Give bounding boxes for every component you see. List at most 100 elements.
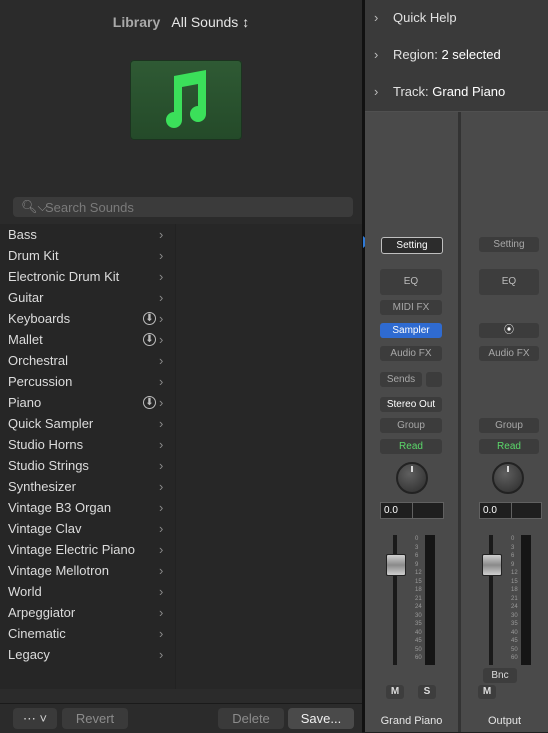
- channel-strip-grand-piano: Setting EQ MIDI FX Sampler Audio FX Send…: [365, 112, 458, 732]
- category-item[interactable]: Electronic Drum Kit ›: [0, 266, 175, 287]
- automation-mode[interactable]: Read: [479, 439, 539, 454]
- instrument-slot[interactable]: Sampler: [380, 323, 442, 338]
- midi-fx-slot[interactable]: MIDI FX: [380, 300, 442, 315]
- chevron-right-icon: ›: [159, 269, 164, 284]
- meter-scale-label: 12: [415, 570, 422, 576]
- chevron-right-icon: ›: [159, 584, 164, 599]
- category-item[interactable]: World ›: [0, 581, 175, 602]
- category-item[interactable]: Studio Strings ›: [0, 455, 175, 476]
- meter-scale-label: 50: [511, 646, 518, 653]
- peak-readout[interactable]: [511, 502, 542, 519]
- track-disclosure[interactable]: › Track: Grand Piano: [365, 74, 548, 111]
- chevron-right-icon: ›: [159, 227, 164, 242]
- category-label: Piano: [8, 395, 42, 410]
- category-item[interactable]: Arpeggiator ›: [0, 602, 175, 623]
- library-sound-selector[interactable]: All Sounds ↕: [171, 14, 249, 30]
- audio-fx-slot[interactable]: Audio FX: [479, 346, 539, 361]
- category-label: Bass: [8, 227, 37, 242]
- channel-name[interactable]: Grand Piano: [365, 715, 458, 727]
- chevron-right-icon: ›: [374, 10, 379, 25]
- save-button[interactable]: Save...: [288, 708, 354, 729]
- category-label: Studio Horns: [8, 437, 84, 452]
- audio-fx-slot[interactable]: Audio FX: [380, 346, 442, 361]
- volume-readout[interactable]: 0.0: [380, 502, 413, 519]
- category-item[interactable]: Legacy ›: [0, 644, 175, 665]
- category-item[interactable]: Vintage Clav ›: [0, 518, 175, 539]
- search-icon[interactable]: 🔍︎⌵: [21, 199, 47, 215]
- search-input[interactable]: [45, 198, 345, 216]
- stereo-link-icon[interactable]: ⦿: [479, 323, 539, 338]
- group-slot[interactable]: Group: [479, 418, 539, 433]
- meter-scale-label: 45: [415, 638, 422, 644]
- category-label: World: [8, 584, 42, 599]
- category-item[interactable]: Bass ›: [0, 224, 175, 245]
- eq-display[interactable]: EQ: [380, 269, 442, 295]
- category-item[interactable]: Orchestral ›: [0, 350, 175, 371]
- chevron-right-icon: ›: [159, 521, 164, 536]
- category-item[interactable]: Vintage Electric Piano ›: [0, 539, 175, 560]
- action-menu-button[interactable]: ⋯ ˅: [13, 708, 57, 729]
- solo-button[interactable]: S: [418, 685, 436, 699]
- volume-readout[interactable]: 0.0: [479, 502, 512, 519]
- track-value: Grand Piano: [432, 84, 506, 99]
- category-item[interactable]: Quick Sampler ›: [0, 413, 175, 434]
- chevron-right-icon: ›: [159, 605, 164, 620]
- meter-scale-label: 60: [511, 655, 518, 661]
- download-icon[interactable]: ⬇: [143, 396, 156, 409]
- pan-knob[interactable]: [396, 462, 428, 494]
- setting-button[interactable]: Setting: [381, 237, 443, 254]
- category-item[interactable]: Piano ⬇ ›: [0, 392, 175, 413]
- output-slot[interactable]: Stereo Out: [380, 397, 442, 412]
- category-label: Guitar: [8, 290, 44, 305]
- chevron-right-icon: ›: [159, 647, 164, 662]
- category-item[interactable]: Synthesizer ›: [0, 476, 175, 497]
- category-list: Bass › Drum Kit › Electronic Drum Kit › Guitar…: [0, 224, 176, 689]
- download-icon[interactable]: ⬇: [143, 333, 156, 346]
- library-header: Library All Sounds ↕: [0, 0, 362, 44]
- category-item[interactable]: Vintage Mellotron ›: [0, 560, 175, 581]
- category-item[interactable]: Mallet ⬇ ›: [0, 329, 175, 350]
- download-icon[interactable]: ⬇: [143, 312, 156, 325]
- sends-slot[interactable]: Sends: [380, 372, 422, 387]
- bounce-button[interactable]: Bnc: [483, 668, 517, 683]
- category-item[interactable]: Percussion ›: [0, 371, 175, 392]
- eq-display[interactable]: EQ: [479, 269, 539, 295]
- subcategory-column: [175, 224, 363, 689]
- volume-fader[interactable]: [482, 554, 502, 576]
- send-knob[interactable]: [426, 372, 442, 387]
- chevron-right-icon: ›: [159, 437, 164, 452]
- region-disclosure[interactable]: › Region: 2 selected: [365, 37, 548, 74]
- channel-name[interactable]: Output: [461, 715, 548, 727]
- meter-scale-label: 30: [415, 612, 422, 619]
- meter-scale-label: 6: [415, 553, 419, 559]
- category-label: Vintage B3 Organ: [8, 500, 112, 515]
- region-value: 2 selected: [441, 47, 501, 62]
- chevron-right-icon: ›: [159, 479, 164, 494]
- meter-scale: 0 3 6 9 12 15 18 21 24 30 35 40 45 50 60: [415, 536, 422, 664]
- setting-button[interactable]: Setting: [479, 237, 539, 252]
- mute-button[interactable]: M: [386, 685, 404, 699]
- category-item[interactable]: Guitar ›: [0, 287, 175, 308]
- category-item[interactable]: Cinematic ›: [0, 623, 175, 644]
- category-item[interactable]: Drum Kit ›: [0, 245, 175, 266]
- revert-button[interactable]: Revert: [62, 708, 128, 729]
- category-label: Drum Kit: [8, 248, 59, 263]
- quick-help-disclosure[interactable]: › Quick Help: [365, 0, 548, 37]
- chevron-right-icon: ›: [159, 542, 164, 557]
- group-slot[interactable]: Group: [380, 418, 442, 433]
- volume-fader[interactable]: [386, 554, 406, 576]
- delete-button[interactable]: Delete: [218, 708, 284, 729]
- category-item[interactable]: Studio Horns ›: [0, 434, 175, 455]
- peak-readout[interactable]: [412, 502, 444, 519]
- meter-scale-label: 50: [415, 646, 422, 653]
- category-label: Electronic Drum Kit: [8, 269, 120, 284]
- search-field[interactable]: 🔍︎⌵: [13, 197, 353, 217]
- category-label: Studio Strings: [8, 458, 89, 473]
- balance-knob[interactable]: [492, 462, 524, 494]
- quick-help-label: Quick Help: [393, 10, 457, 25]
- category-item[interactable]: Vintage B3 Organ ›: [0, 497, 175, 518]
- category-item[interactable]: Keyboards ⬇ ›: [0, 308, 175, 329]
- automation-mode[interactable]: Read: [380, 439, 442, 454]
- mute-button[interactable]: M: [478, 685, 496, 699]
- category-label: Percussion: [8, 374, 73, 389]
